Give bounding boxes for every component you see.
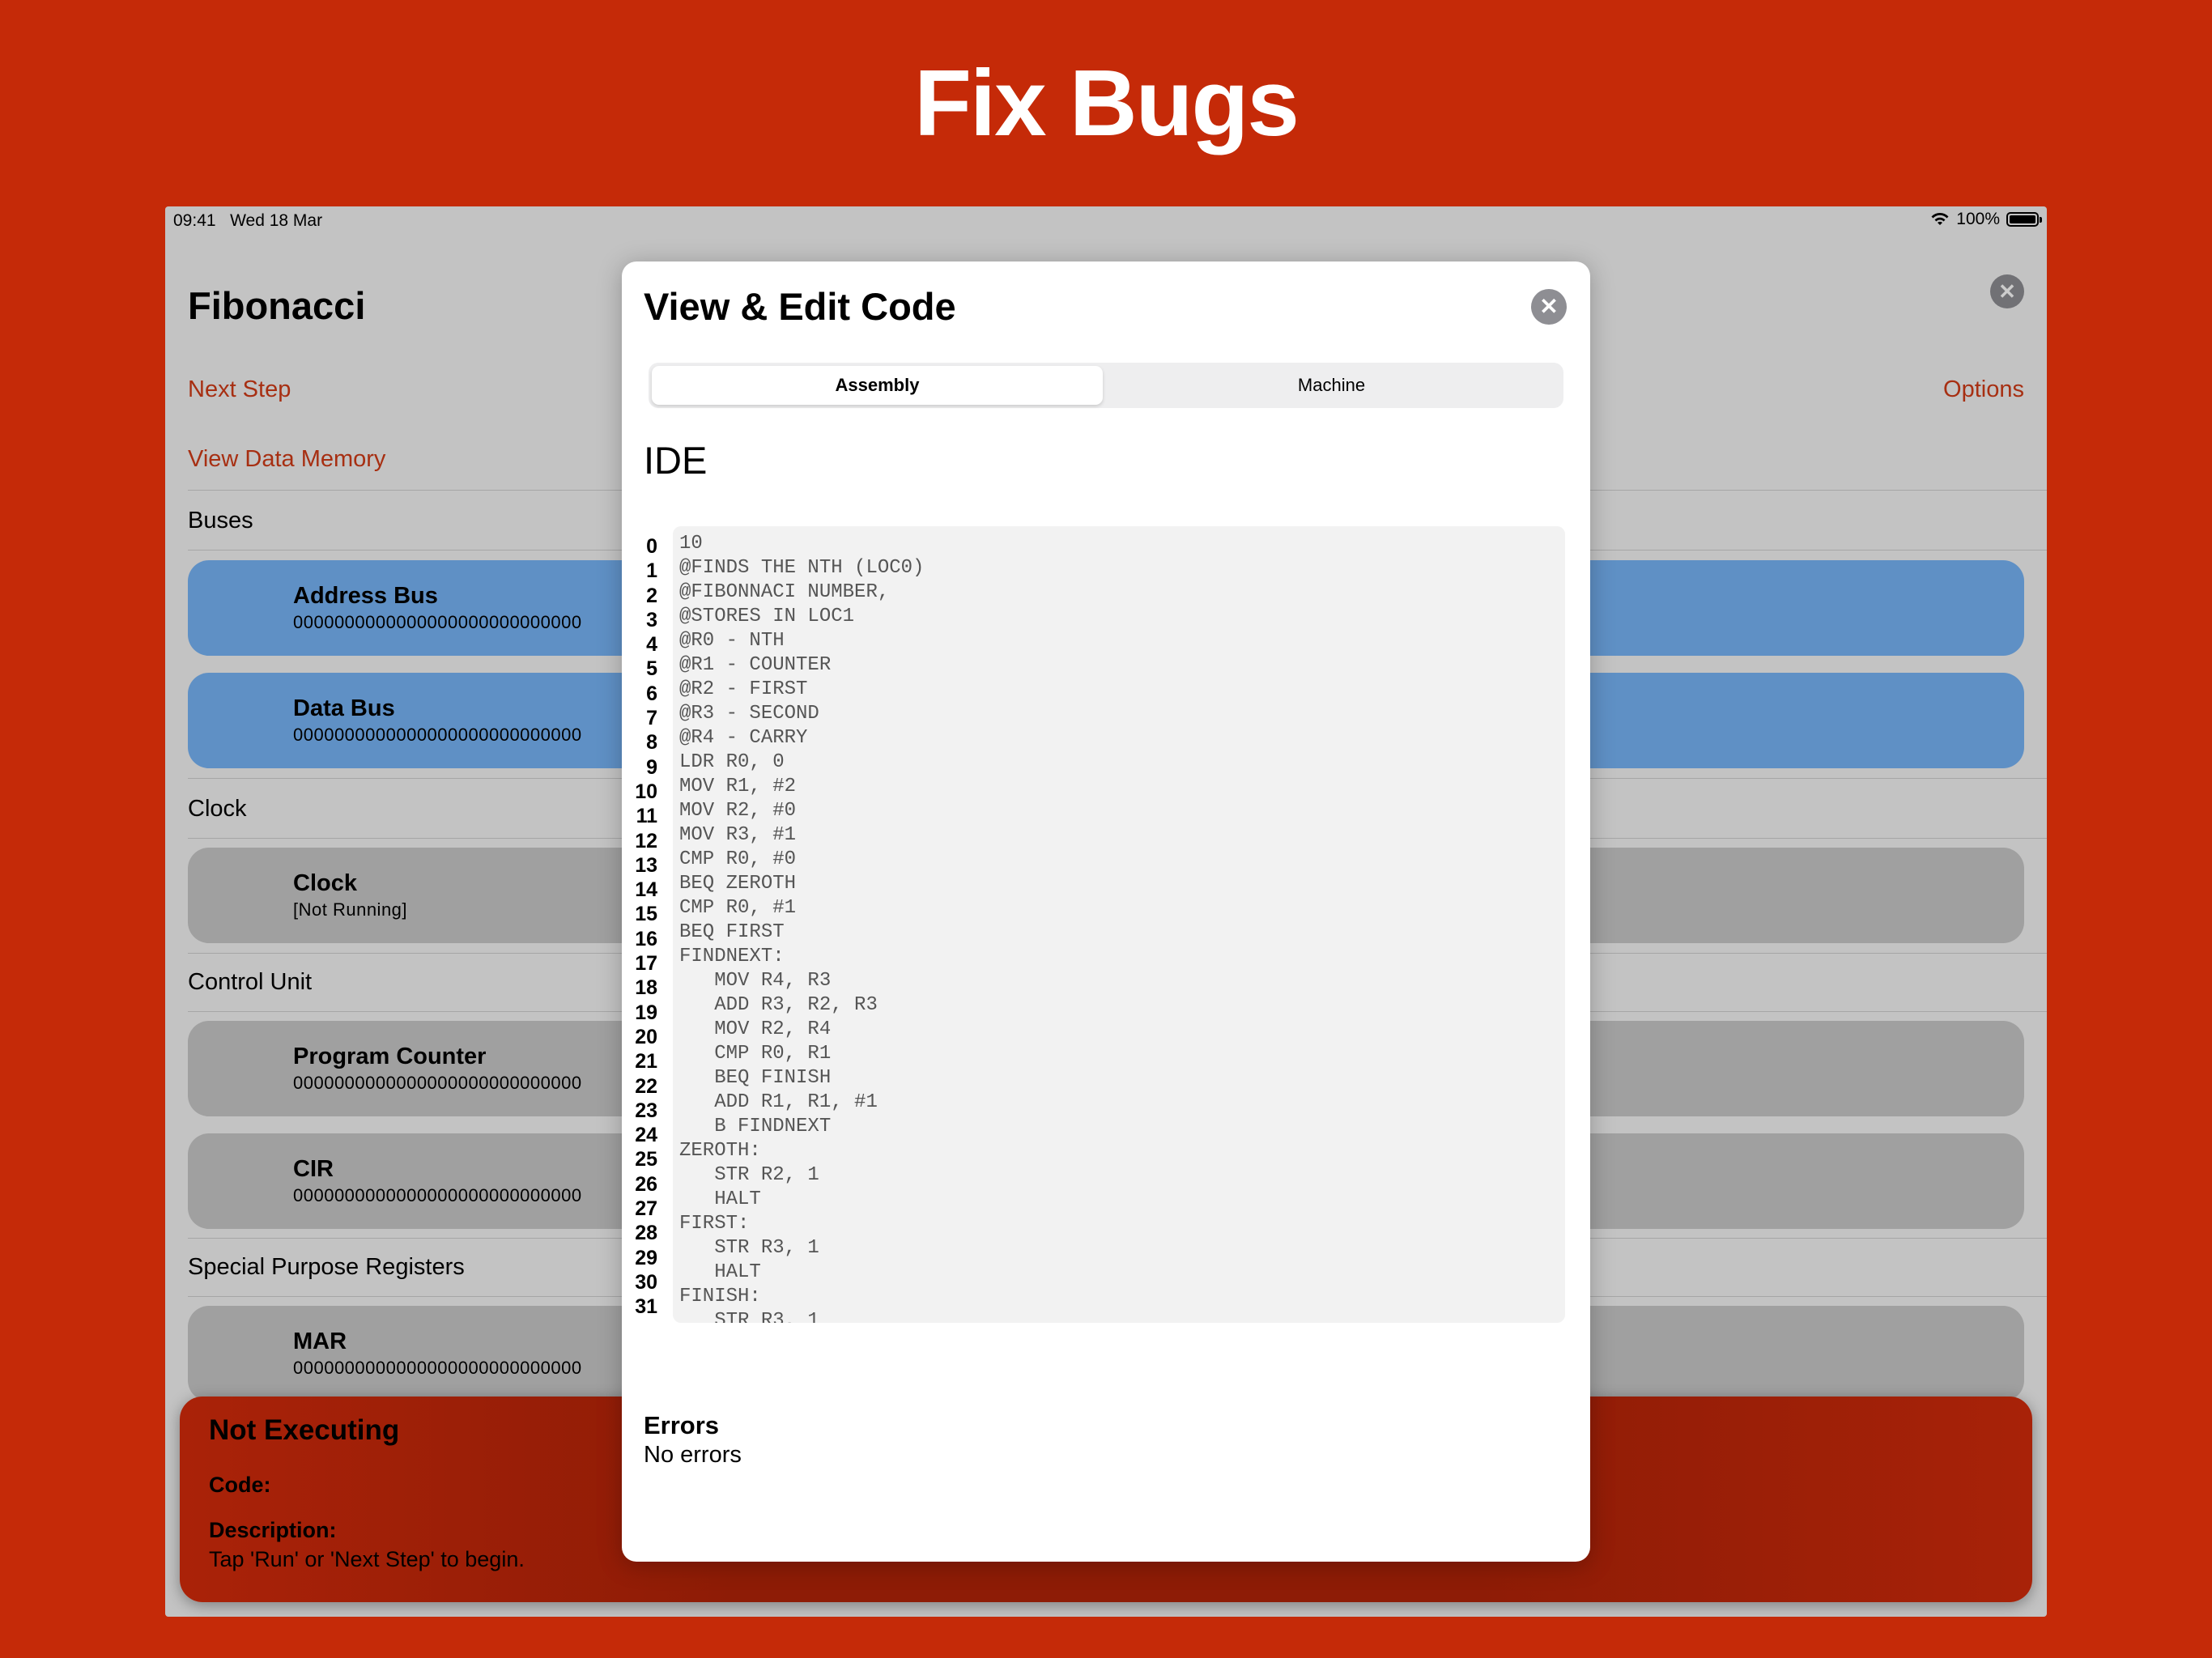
line-number: 4	[646, 633, 657, 657]
line-number: 18	[635, 976, 657, 1000]
line-number: 31	[635, 1295, 657, 1319]
tab-assembly[interactable]: Assembly	[652, 366, 1103, 405]
line-number: 19	[635, 1001, 657, 1024]
line-number: 6	[646, 682, 657, 705]
page-headline: Fix Bugs	[914, 50, 1300, 155]
code-line: @FINDS THE NTH (LOC0)	[679, 557, 925, 579]
line-number: 13	[635, 853, 657, 877]
line-number: 30	[635, 1270, 657, 1294]
line-number: 7	[646, 707, 657, 730]
description-label: Description:	[209, 1518, 337, 1542]
code-line: ADD R1, R1, #1	[679, 1091, 878, 1113]
code-line: 10	[679, 533, 703, 555]
view-edit-code-modal: View & Edit Code ✕ Assembly Machine IDE …	[622, 261, 1590, 1562]
line-number: 16	[635, 927, 657, 950]
ide-heading: IDE	[644, 439, 708, 482]
code-line: MOV R2, R4	[679, 1018, 832, 1040]
code-line: B FINDNEXT	[679, 1116, 832, 1137]
code-line: CMP R0, #1	[679, 897, 797, 919]
code-editor[interactable]: 10 @FINDS THE NTH (LOC0) @FIBONNACI NUMB…	[673, 526, 1565, 1323]
code-line: FINDNEXT:	[679, 946, 785, 967]
code-line: @R2 - FIRST	[679, 678, 808, 700]
line-number: 23	[635, 1099, 657, 1122]
line-number: 12	[635, 829, 657, 852]
code-line: STR R2, 1	[679, 1164, 819, 1186]
line-number: 28	[635, 1222, 657, 1245]
tab-machine[interactable]: Machine	[1106, 366, 1557, 405]
description-text: Tap 'Run' or 'Next Step' to begin.	[209, 1547, 525, 1571]
code-line: ZEROTH:	[679, 1140, 761, 1162]
code-view-segmented-control: Assembly Machine	[649, 363, 1563, 408]
errors-text: No errors	[644, 1442, 742, 1468]
code-line: BEQ ZEROTH	[679, 873, 797, 895]
code-line: LDR R0, 0	[679, 751, 785, 773]
code-line: @R4 - CARRY	[679, 727, 808, 749]
line-number: 21	[635, 1050, 657, 1073]
code-line: MOV R2, #0	[679, 800, 797, 822]
line-number: 15	[635, 903, 657, 926]
modal-title: View & Edit Code	[644, 285, 956, 328]
line-number: 3	[646, 608, 657, 631]
code-line: @STORES IN LOC1	[679, 606, 855, 627]
code-line: ADD R3, R2, R3	[679, 994, 878, 1016]
line-number: 1	[646, 559, 657, 583]
code-line: FIRST:	[679, 1213, 750, 1235]
code-label: Code:	[209, 1473, 271, 1497]
line-number: 5	[646, 657, 657, 681]
code-line: HALT	[679, 1261, 761, 1283]
code-line: @FIBONNACI NUMBER,	[679, 581, 890, 603]
code-lines: 10 @FINDS THE NTH (LOC0) @FIBONNACI NUMB…	[673, 533, 924, 1323]
code-line: STR R3, 1	[679, 1237, 819, 1259]
line-number: 17	[635, 952, 657, 976]
code-line: MOV R3, #1	[679, 824, 797, 846]
code-line: FINISH:	[679, 1286, 761, 1307]
close-icon[interactable]: ✕	[1531, 289, 1567, 325]
code-line: MOV R1, #2	[679, 776, 797, 797]
line-number: 9	[646, 755, 657, 779]
code-line: @R1 - COUNTER	[679, 654, 832, 676]
code-line: CMP R0, #0	[679, 848, 797, 870]
code-line: HALT	[679, 1188, 761, 1210]
code-line: BEQ FIRST	[679, 921, 785, 943]
line-number: 29	[635, 1246, 657, 1269]
code-line: CMP R0, R1	[679, 1043, 832, 1065]
line-number: 24	[635, 1124, 657, 1147]
line-number: 0	[646, 535, 657, 558]
line-number: 8	[646, 731, 657, 755]
line-number: 20	[635, 1025, 657, 1048]
line-number-gutter: 0 1 2 3 4 5 6 7 8 9 10 11 12 13 14 15 16…	[622, 535, 670, 1323]
line-number: 25	[635, 1148, 657, 1171]
line-number: 10	[635, 780, 657, 803]
code-line: @R0 - NTH	[679, 630, 785, 652]
line-number: 2	[646, 584, 657, 607]
code-line: BEQ FINISH	[679, 1067, 832, 1089]
code-line: @R3 - SECOND	[679, 703, 819, 725]
execution-status-title: Not Executing	[209, 1414, 400, 1446]
line-number: 11	[636, 805, 657, 828]
code-line: STR R3, 1	[679, 1310, 819, 1323]
code-line: MOV R4, R3	[679, 970, 832, 992]
line-number: 14	[635, 878, 657, 902]
line-number: 26	[635, 1172, 657, 1196]
line-number: 22	[635, 1074, 657, 1098]
line-number: 27	[635, 1197, 657, 1221]
errors-heading: Errors	[644, 1411, 720, 1439]
